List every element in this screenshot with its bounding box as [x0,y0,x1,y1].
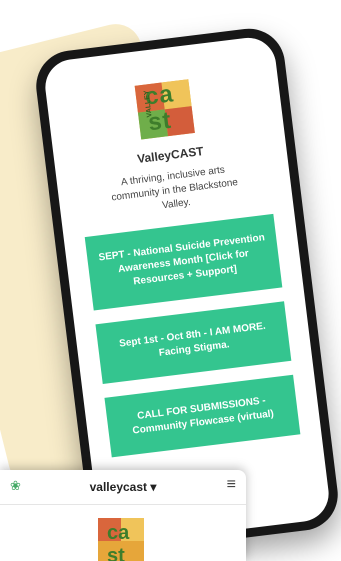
link-button-call-for-submissions[interactable]: CALL FOR SUBMISSIONS - Community Flowcas… [104,374,301,458]
mini-logo: ca st [98,518,144,561]
hamburger-menu-icon[interactable]: ≡ [227,476,236,494]
link-button-i-am-more[interactable]: Sept 1st - Oct 8th - I AM MORE. Facing S… [95,301,292,384]
site-name-dropdown[interactable]: valleycast ▾ [0,480,246,494]
mini-browser-card: ❀ valleycast ▾ ≡ ca st [0,470,246,561]
logo-letters: ca st [107,522,130,561]
valleycast-logo: ca st VALLEY [134,79,195,140]
mini-header-bar: ❀ valleycast ▾ ≡ [0,470,246,505]
site-title: ValleyCAST [136,144,205,167]
site-tagline: A thriving, inclusive arts community in … [110,164,239,212]
link-button-suicide-prevention[interactable]: SEPT - National Suicide Prevention Aware… [84,213,283,311]
